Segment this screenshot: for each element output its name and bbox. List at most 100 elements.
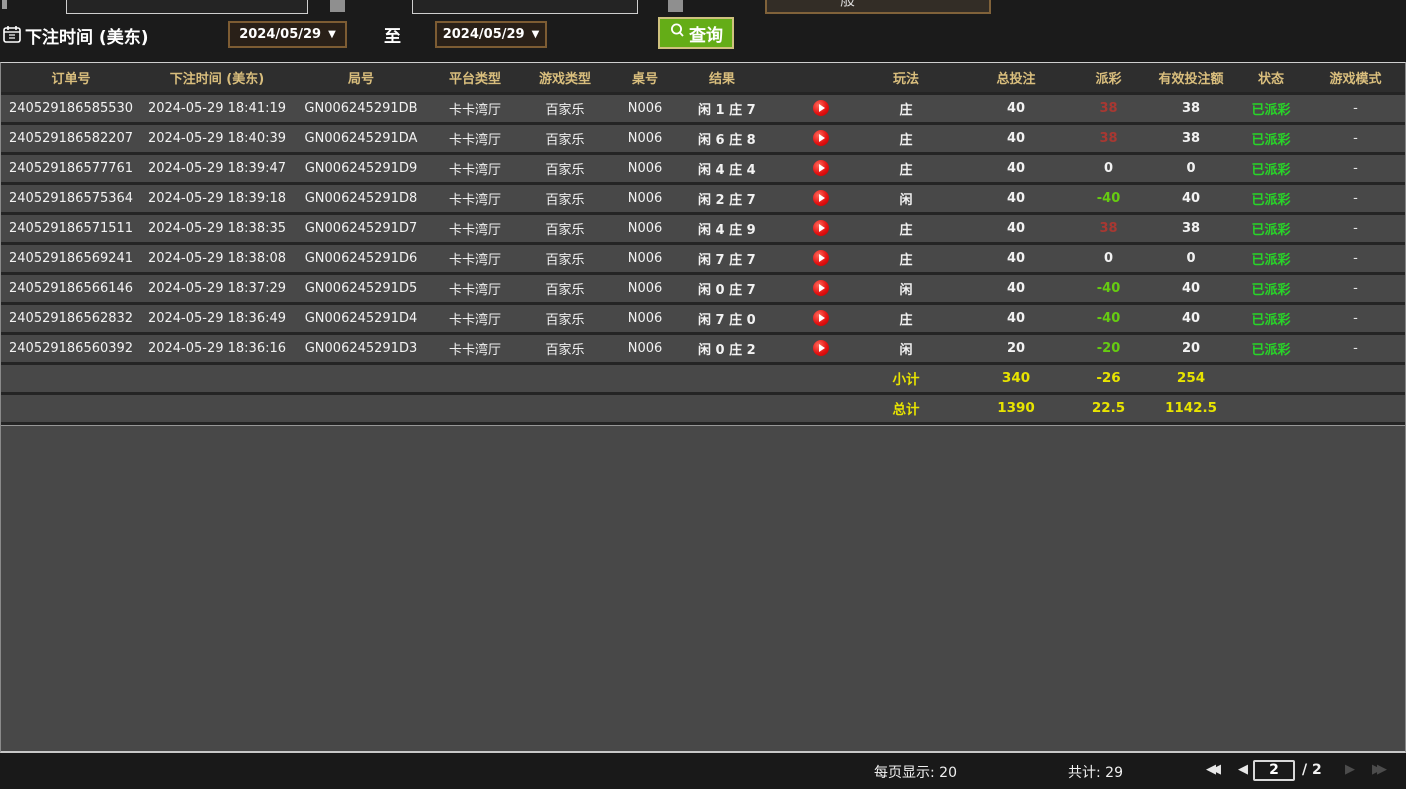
first-page-icon[interactable]: ◀◀ — [1206, 762, 1216, 777]
col-header-game-type: 游戏类型 — [521, 63, 609, 93]
replay-cell — [791, 213, 851, 243]
order-number-cell: 240529186585530 — [1, 93, 141, 123]
cutoff-dropdown[interactable]: 一般 — [765, 0, 991, 14]
table-end-divider — [1, 425, 1405, 426]
cutoff-icon-2[interactable] — [668, 0, 683, 12]
game-mode-cell: - — [1306, 303, 1405, 333]
game-type-cell: 百家乐 — [521, 303, 609, 333]
play-triangle — [819, 104, 825, 112]
play-video-icon[interactable] — [813, 100, 829, 116]
bet-time-filter-label: 下注时间 (美东) — [25, 23, 148, 48]
play-video-icon[interactable] — [813, 190, 829, 206]
play-video-icon[interactable] — [813, 220, 829, 236]
date-to-picker[interactable]: 2024/05/29 ▼ — [435, 21, 547, 48]
replay-cell — [791, 303, 851, 333]
per-page-label: 每页显示: 20 — [874, 762, 957, 782]
total-valid: 1142.5 — [1146, 393, 1236, 423]
game-type-cell: 百家乐 — [521, 333, 609, 363]
col-header-table-no: 桌号 — [609, 63, 681, 93]
play-video-icon[interactable] — [813, 280, 829, 296]
play-video-icon[interactable] — [813, 130, 829, 146]
table-number-cell: N006 — [609, 183, 681, 213]
table-number-cell: N006 — [609, 213, 681, 243]
play-video-icon[interactable] — [813, 160, 829, 176]
cutoff-input-2[interactable] — [412, 0, 638, 14]
play-triangle — [819, 314, 825, 322]
replay-cell — [791, 123, 851, 153]
game-type-cell: 百家乐 — [521, 273, 609, 303]
round-id-cell: GN006245291D4 — [293, 303, 429, 333]
result-cell: 闲 4 庄 4 — [681, 153, 791, 183]
payout-cell: 38 — [1071, 213, 1146, 243]
bet-time-cell: 2024-05-29 18:40:39 — [141, 123, 293, 153]
query-button[interactable]: 查询 — [658, 17, 734, 49]
last-page-icon[interactable]: ▶▶ — [1372, 762, 1382, 777]
total-bet-cell: 40 — [961, 123, 1071, 153]
total-bet-cell: 40 — [961, 213, 1071, 243]
payout-cell: -20 — [1071, 333, 1146, 363]
total-row: 总计 1390 22.5 1142.5 — [1, 393, 1405, 423]
total-bet-cell: 40 — [961, 93, 1071, 123]
table-number-cell: N006 — [609, 333, 681, 363]
bet-time-cell: 2024-05-29 18:41:19 — [141, 93, 293, 123]
page-number-input[interactable]: 2 — [1253, 760, 1295, 781]
filter-bar: 一般 下注时间 (美东) 2024/05/29 ▼ 至 2024/05/29 ▼… — [0, 0, 1406, 62]
table-row: 240529186571511 2024-05-29 18:38:35 GN00… — [1, 213, 1405, 243]
date-from-picker[interactable]: 2024/05/29 ▼ — [228, 21, 347, 48]
result-cell: 闲 2 庄 7 — [681, 183, 791, 213]
game-type-cell: 百家乐 — [521, 213, 609, 243]
result-cell: 闲 1 庄 7 — [681, 93, 791, 123]
subtotal-valid: 254 — [1146, 363, 1236, 393]
play-type-cell: 闲 — [851, 273, 961, 303]
game-mode-cell: - — [1306, 93, 1405, 123]
platform-type-cell: 卡卡湾厅 — [429, 273, 521, 303]
game-mode-cell: - — [1306, 333, 1405, 363]
spacer-cell — [1, 363, 851, 393]
valid-bet-cell: 20 — [1146, 333, 1236, 363]
next-page-icon[interactable]: ▶ — [1345, 762, 1355, 777]
cutoff-icon-1[interactable] — [330, 0, 345, 12]
replay-cell — [791, 333, 851, 363]
cutoff-mark — [2, 0, 7, 9]
result-cell: 闲 7 庄 0 — [681, 303, 791, 333]
result-cell: 闲 4 庄 9 — [681, 213, 791, 243]
total-label: 总计 — [851, 393, 961, 423]
table-row: 240529186560392 2024-05-29 18:36:16 GN00… — [1, 333, 1405, 363]
table-number-cell: N006 — [609, 93, 681, 123]
round-id-cell: GN006245291DB — [293, 93, 429, 123]
previous-page-icon[interactable]: ◀ — [1238, 762, 1248, 777]
play-type-cell: 闲 — [851, 333, 961, 363]
play-triangle — [819, 344, 825, 352]
valid-bet-cell: 40 — [1146, 183, 1236, 213]
play-video-icon[interactable] — [813, 340, 829, 356]
table-row: 240529186582207 2024-05-29 18:40:39 GN00… — [1, 123, 1405, 153]
cutoff-dropdown-value: 一般 — [825, 0, 855, 10]
platform-type-cell: 卡卡湾厅 — [429, 333, 521, 363]
cutoff-input-1[interactable] — [66, 0, 308, 14]
play-type-cell: 庄 — [851, 213, 961, 243]
round-id-cell: GN006245291D3 — [293, 333, 429, 363]
replay-cell — [791, 273, 851, 303]
platform-type-cell: 卡卡湾厅 — [429, 213, 521, 243]
round-id-cell: GN006245291D9 — [293, 153, 429, 183]
table-row: 240529186569241 2024-05-29 18:38:08 GN00… — [1, 243, 1405, 273]
total-count-label: 共计: 29 — [1068, 762, 1123, 782]
play-video-icon[interactable] — [813, 310, 829, 326]
total-bet-cell: 20 — [961, 333, 1071, 363]
game-type-cell: 百家乐 — [521, 93, 609, 123]
valid-bet-cell: 40 — [1146, 303, 1236, 333]
bet-time-cell: 2024-05-29 18:38:35 — [141, 213, 293, 243]
play-type-cell: 庄 — [851, 243, 961, 273]
chevron-down-icon: ▼ — [532, 29, 540, 40]
play-video-icon[interactable] — [813, 250, 829, 266]
col-header-order: 订单号 — [1, 63, 141, 93]
payout-cell: 38 — [1071, 93, 1146, 123]
table-row: 240529186575364 2024-05-29 18:39:18 GN00… — [1, 183, 1405, 213]
payout-cell: -40 — [1071, 273, 1146, 303]
col-header-result: 结果 — [681, 63, 851, 93]
table-row: 240529186577761 2024-05-29 18:39:47 GN00… — [1, 153, 1405, 183]
spacer-cell — [1236, 393, 1405, 423]
game-mode-cell: - — [1306, 273, 1405, 303]
play-type-cell: 庄 — [851, 153, 961, 183]
result-cell: 闲 0 庄 7 — [681, 273, 791, 303]
